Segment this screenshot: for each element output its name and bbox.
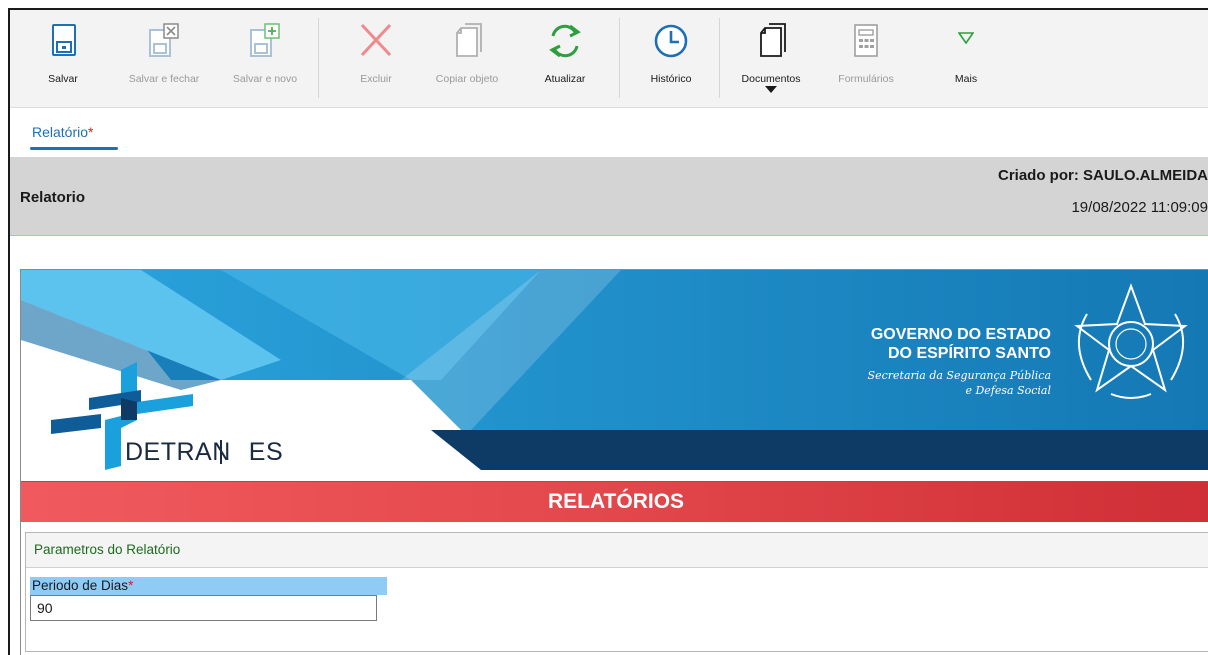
logo-es: ES [248, 438, 284, 466]
save-close-icon [149, 23, 179, 57]
record-title: Relatorio [20, 189, 86, 206]
forms-label: Formulários [838, 73, 894, 85]
history-button[interactable]: Histórico [638, 10, 704, 107]
save-label: Salvar [48, 73, 78, 85]
logo-detran: DETRAN [125, 438, 231, 466]
more-label: Mais [954, 73, 978, 85]
created-by: Criado por: SAULO.ALMEIDA [998, 167, 1208, 184]
clock-icon [654, 24, 688, 58]
parameters-title: Parametros do Relatório [34, 542, 181, 557]
toolbar-separator [719, 18, 720, 98]
delete-icon [360, 23, 392, 57]
refresh-button[interactable]: Atualizar [532, 10, 598, 107]
government-name: GOVERNO DO ESTADO DO ESPÍRITO SANTO [811, 325, 1051, 363]
section-header: RELATÓRIOS [21, 481, 1208, 522]
more-button[interactable]: Mais [940, 10, 992, 107]
ribbon-toolbar: Salvar Salvar e fechar Salvar e novo Exc… [10, 10, 1208, 108]
save-and-close-label: Salvar e fechar [128, 73, 200, 85]
government-line-1: GOVERNO DO ESTADO [870, 326, 1051, 343]
refresh-icon [549, 24, 581, 58]
copy-icon [456, 23, 482, 57]
detran-logo-text: DETRAN ES [125, 438, 283, 467]
report-panel: GOVERNO DO ESTADO DO ESPÍRITO SANTO Secr… [20, 269, 1208, 655]
secretariat-line-2: e Defesa Social [965, 384, 1051, 397]
parameters-group: Parametros do Relatório Periodo de Dias* [25, 532, 1208, 652]
section-title: RELATÓRIOS [547, 490, 685, 513]
tab-relatorio[interactable]: Relatório* [32, 124, 93, 140]
save-icon [52, 24, 76, 56]
period-days-label-text: Periodo de Dias [32, 578, 129, 593]
secretariat-line-1: Secretaria da Segurança Pública [867, 369, 1051, 382]
refresh-label: Atualizar [544, 73, 586, 85]
save-and-new-label: Salvar e novo [232, 73, 298, 85]
required-marker: * [128, 578, 134, 593]
period-days-input[interactable] [30, 595, 377, 621]
save-and-new-button[interactable]: Salvar e novo [224, 10, 306, 107]
forms-icon [854, 24, 878, 57]
created-date: 19/08/2022 11:09:09 [1071, 199, 1208, 216]
save-button[interactable]: Salvar [34, 10, 92, 107]
chevron-down-icon [958, 32, 974, 44]
copy-object-button[interactable]: Copiar objeto [422, 10, 512, 107]
period-days-label: Periodo de Dias* [30, 577, 387, 595]
toolbar-separator [318, 18, 319, 98]
toolbar-separator [619, 18, 620, 98]
documents-icon [760, 23, 786, 57]
documents-button[interactable]: Documentos [730, 10, 812, 107]
detran-banner: GOVERNO DO ESTADO DO ESPÍRITO SANTO Secr… [21, 270, 1208, 481]
required-marker: * [88, 124, 94, 140]
dropdown-caret-icon [765, 86, 777, 93]
save-new-icon [250, 23, 280, 57]
history-label: Histórico [650, 73, 692, 85]
app-window: Salvar Salvar e fechar Salvar e novo Exc… [8, 8, 1208, 655]
secretariat-name: Secretaria da Segurança Pública e Defesa… [811, 368, 1051, 398]
parameters-header: Parametros do Relatório [26, 533, 1208, 568]
tab-underline [30, 147, 118, 150]
tab-label: Relatório [32, 124, 89, 140]
copy-object-label: Copiar objeto [435, 73, 499, 85]
government-line-2: DO ESPÍRITO SANTO [888, 345, 1051, 362]
delete-button[interactable]: Excluir [346, 10, 406, 107]
documents-label: Documentos [741, 73, 801, 85]
save-and-close-button[interactable]: Salvar e fechar [120, 10, 208, 107]
delete-label: Excluir [360, 73, 392, 85]
forms-button[interactable]: Formulários [828, 10, 904, 107]
